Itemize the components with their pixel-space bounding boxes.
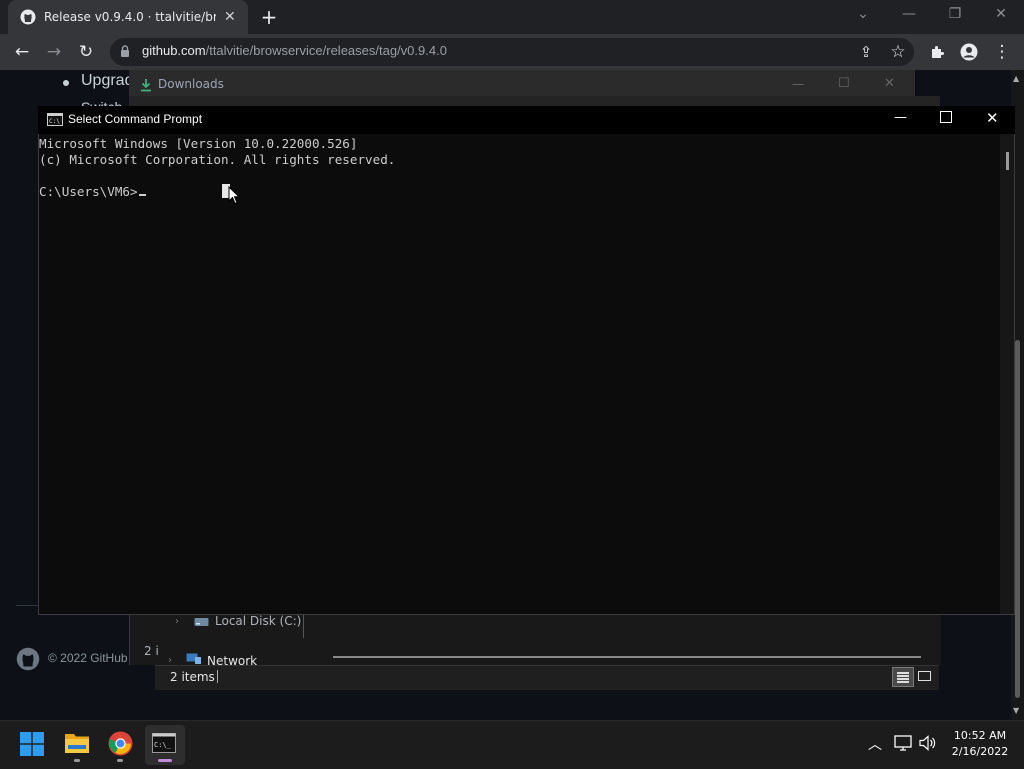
svg-text:C:\: C:\ xyxy=(49,118,60,125)
cmd-close-icon[interactable]: ✕ xyxy=(986,109,999,127)
downloads-window-title: Downloads xyxy=(158,77,224,91)
windows-start-icon[interactable] xyxy=(20,732,44,756)
page-bullet-text[interactable]: Upgrad xyxy=(81,72,133,90)
volume-icon[interactable] xyxy=(919,735,937,751)
browser-tab[interactable]: Release v0.9.4.0 · ttalvitie/browse ✕ xyxy=(8,0,248,34)
file-explorer-icon[interactable] xyxy=(64,731,90,755)
network-icon xyxy=(186,653,201,664)
url-path: /ttalvitie/browservice/releases/tag/v0.9… xyxy=(205,43,447,58)
cmd-minimize-icon[interactable]: — xyxy=(894,110,907,125)
new-tab-button[interactable]: + xyxy=(258,6,280,28)
github-footer-icon[interactable] xyxy=(16,647,40,671)
close-window-icon[interactable]: ✕ xyxy=(987,6,1015,22)
items-count: 2 items xyxy=(170,670,215,684)
cmd-prompt-text: C:\Users\VM6> xyxy=(39,184,138,199)
mouse-pointer-icon xyxy=(228,186,240,205)
chrome-icon[interactable] xyxy=(108,731,133,756)
running-indicator xyxy=(74,759,80,762)
status-partial-count: 2 i xyxy=(144,644,159,658)
tab-title: Release v0.9.4.0 · ttalvitie/browse xyxy=(44,10,216,24)
bullet-dot xyxy=(63,80,69,86)
show-hidden-icons-chevron-icon[interactable]: ︿ xyxy=(868,734,882,754)
cmd-maximize-icon[interactable] xyxy=(940,111,952,123)
cmd-line xyxy=(39,168,395,184)
cmd-output[interactable]: Microsoft Windows [Version 10.0.22000.52… xyxy=(39,136,395,200)
page-scroll-thumb[interactable] xyxy=(1015,340,1020,698)
expand-chevron-icon[interactable]: › xyxy=(175,616,179,627)
cmd-line: Microsoft Windows [Version 10.0.22000.52… xyxy=(39,136,358,151)
status-separator xyxy=(217,670,218,683)
extensions-icon[interactable] xyxy=(929,44,945,60)
pane-splitter[interactable] xyxy=(303,614,304,638)
cmd-scroll-thumb[interactable] xyxy=(1006,152,1009,170)
cmd-prompt[interactable]: C:\Users\VM6> xyxy=(39,184,395,200)
local-disk-icon xyxy=(194,618,209,626)
restore-icon[interactable]: ❐ xyxy=(941,6,969,22)
cmd-line: (c) Microsoft Corporation. All rights re… xyxy=(39,152,396,167)
network-status-icon[interactable] xyxy=(894,735,912,751)
svg-text:C:\_: C:\_ xyxy=(154,741,172,749)
forward-icon[interactable]: → xyxy=(43,41,65,63)
cmd-title: Select Command Prompt xyxy=(68,112,203,126)
scroll-up-arrow-icon[interactable]: ▲ xyxy=(1013,74,1019,83)
horizontal-scrollbar[interactable] xyxy=(333,656,921,658)
footer-copyright: © 2022 GitHub xyxy=(48,651,128,665)
text-cursor xyxy=(138,194,146,196)
downloads-status-bar xyxy=(155,665,939,690)
tab-search-icon[interactable]: ⌄ xyxy=(849,6,877,22)
clock-date[interactable]: 2/16/2022 xyxy=(948,745,1012,758)
downloads-close-icon[interactable]: ✕ xyxy=(884,76,895,91)
reload-icon[interactable]: ↻ xyxy=(75,41,97,63)
share-icon[interactable]: ⇪ xyxy=(855,41,877,63)
large-icons-view-icon[interactable] xyxy=(915,667,935,687)
profile-icon[interactable] xyxy=(960,43,978,61)
running-indicator xyxy=(117,759,123,762)
scroll-down-arrow-icon[interactable]: ▼ xyxy=(1013,706,1019,715)
url-text[interactable]: github.com/ttalvitie/browservice/release… xyxy=(142,43,447,58)
terminal-icon[interactable]: C:\_ xyxy=(152,733,176,753)
downloads-toolbar-strip xyxy=(129,96,940,106)
downloads-minimize-icon[interactable]: — xyxy=(792,77,804,91)
download-arrow-icon xyxy=(141,79,151,92)
minimize-icon[interactable]: — xyxy=(895,6,923,22)
downloads-maximize-icon[interactable]: ☐ xyxy=(838,76,850,91)
active-app-indicator xyxy=(158,759,172,762)
clock-time[interactable]: 10:52 AM xyxy=(948,729,1012,742)
menu-kebab-icon[interactable]: ⋮ xyxy=(991,41,1013,63)
github-icon xyxy=(20,9,36,25)
cmd-app-icon: C:\ xyxy=(47,113,63,126)
tab-close-icon[interactable]: ✕ xyxy=(224,9,236,25)
details-view-icon[interactable] xyxy=(892,667,914,687)
bookmark-star-icon[interactable]: ☆ xyxy=(887,41,909,63)
back-icon[interactable]: ← xyxy=(11,41,33,63)
lock-icon[interactable] xyxy=(120,45,130,58)
cmd-scrollbar[interactable] xyxy=(1000,134,1014,614)
url-host: github.com xyxy=(142,43,206,58)
nav-local-disk[interactable]: Local Disk (C:) xyxy=(215,614,301,628)
